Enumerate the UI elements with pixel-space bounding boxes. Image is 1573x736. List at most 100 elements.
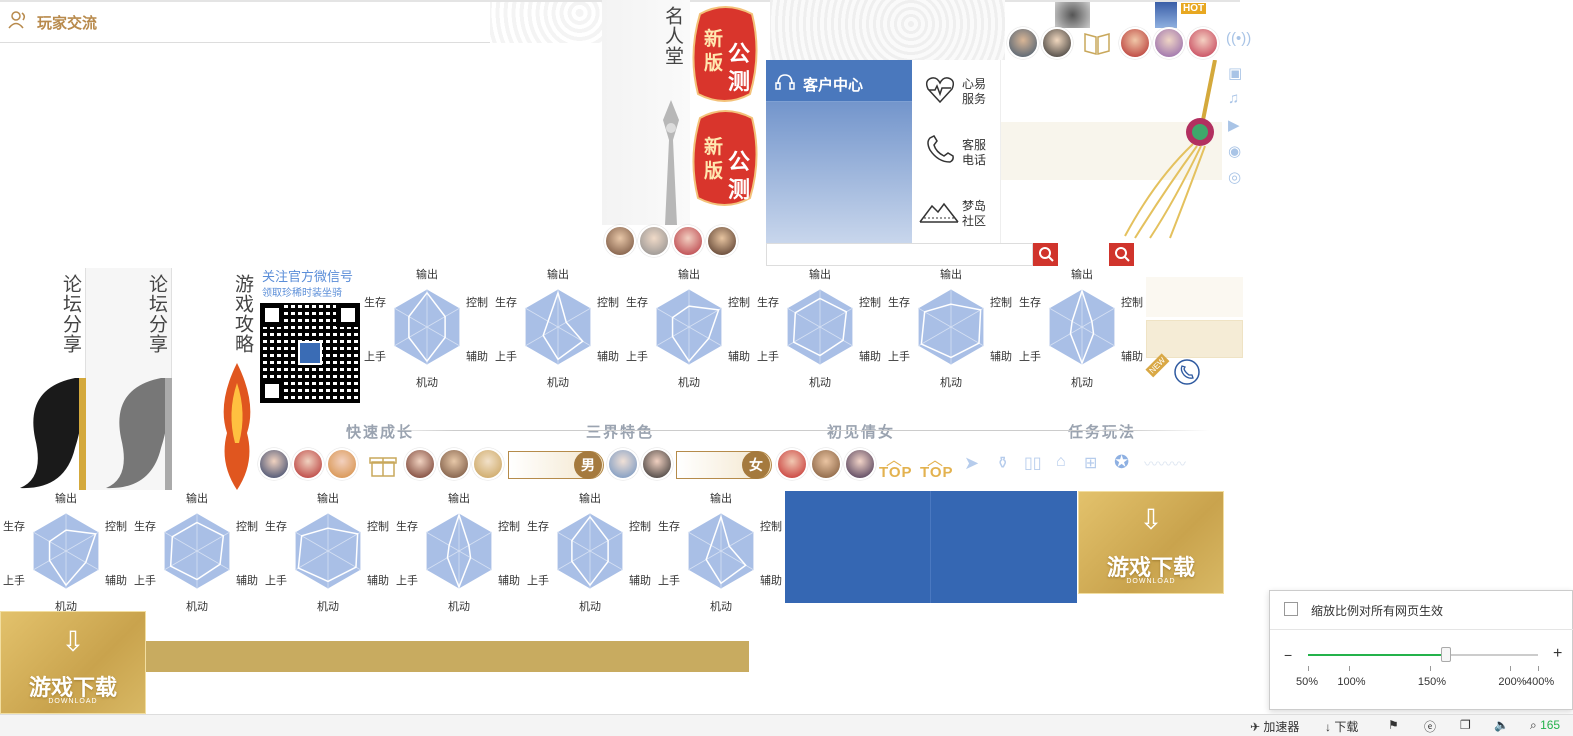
radar-label-mobility: 机动 xyxy=(809,377,831,389)
avatar[interactable] xyxy=(776,448,808,480)
avatar[interactable] xyxy=(1187,27,1219,59)
radar-stat-polygon xyxy=(169,521,225,581)
section-title-first-meet[interactable]: 初见倩女 xyxy=(827,421,895,442)
avatar[interactable] xyxy=(326,448,358,480)
hall-title: 名人堂 xyxy=(662,6,684,66)
search-button[interactable] xyxy=(1033,243,1058,266)
zoom-tick-label[interactable]: 50% xyxy=(1296,676,1318,688)
avatar[interactable] xyxy=(672,225,704,257)
avatar[interactable] xyxy=(844,448,876,480)
zoom-tick-label[interactable]: 150% xyxy=(1418,676,1446,688)
volume-icon[interactable]: 🔈 xyxy=(1494,718,1509,732)
download-button[interactable]: ↓ 下载 xyxy=(1325,718,1358,735)
avatar[interactable] xyxy=(292,448,324,480)
gender-male-badge[interactable]: 男 xyxy=(574,451,602,479)
radar-label-survival: 生存 xyxy=(658,521,680,533)
phone-icon[interactable] xyxy=(1173,358,1201,391)
flag-icon[interactable]: ⚑ xyxy=(1388,718,1399,732)
book-icon[interactable]: ▯▯ xyxy=(1024,453,1042,473)
zoom-slider-thumb[interactable] xyxy=(1441,647,1451,662)
radar-label-support: 辅助 xyxy=(859,351,881,363)
radar-stat-polygon xyxy=(705,514,747,585)
customer-center-title: 客户中心 xyxy=(803,77,864,94)
avatar[interactable] xyxy=(1041,27,1073,59)
radar-label-control: 控制 xyxy=(859,297,881,309)
headset-icon xyxy=(775,73,795,96)
eye-icon[interactable]: ◎ xyxy=(1228,168,1241,186)
radar-label-mobility: 机动 xyxy=(547,377,569,389)
radar-label-ease: 上手 xyxy=(626,351,648,363)
radar-label-output: 输出 xyxy=(678,269,700,281)
avatar[interactable] xyxy=(604,225,636,257)
zoom-button[interactable]: ⌕ 165 xyxy=(1530,718,1560,733)
game-guide-tab[interactable]: 游戏攻略 xyxy=(172,268,258,490)
send-icon[interactable]: ➤ xyxy=(964,453,979,474)
avatar[interactable] xyxy=(1153,27,1185,59)
weibo-icon[interactable]: ◉ xyxy=(1228,142,1241,160)
book-icon[interactable] xyxy=(1083,30,1111,61)
wechat-reward-label: 领取珍稀时装坐骑 xyxy=(262,288,342,299)
avatar[interactable] xyxy=(472,448,504,480)
avatar[interactable] xyxy=(1007,27,1039,59)
zoom-tick-label[interactable]: 400% xyxy=(1526,676,1554,688)
tab-label: 游戏攻略 xyxy=(232,274,254,354)
avatar[interactable] xyxy=(607,448,639,480)
radar-label-ease: 上手 xyxy=(1019,351,1041,363)
avatar[interactable] xyxy=(641,448,673,480)
radar-label-control: 控制 xyxy=(728,297,750,309)
avatar[interactable] xyxy=(1119,27,1151,59)
radar-stat-polygon xyxy=(297,527,359,583)
avatar[interactable] xyxy=(438,448,470,480)
radar-label-control: 控制 xyxy=(990,297,1012,309)
avatar[interactable] xyxy=(638,225,670,257)
search-button[interactable] xyxy=(1109,243,1134,266)
window-icon[interactable]: ❐ xyxy=(1460,718,1471,732)
radar-label-output: 输出 xyxy=(317,493,339,505)
cloud-decor-icon: 〰〰〰 xyxy=(1144,456,1186,472)
radar-label-ease: 上手 xyxy=(495,351,517,363)
gift-icon[interactable] xyxy=(369,452,397,483)
cs-item-label: 心易 服务 xyxy=(962,77,987,106)
search-input[interactable] xyxy=(766,243,1033,266)
image-icon[interactable]: ▣ xyxy=(1228,64,1242,82)
beige-panel xyxy=(1146,277,1243,317)
radar-label-mobility: 机动 xyxy=(678,377,700,389)
zoom-tick-label[interactable]: 200% xyxy=(1498,676,1526,688)
blue-banner[interactable] xyxy=(785,491,1077,603)
refresh-icon[interactable]: ✪ xyxy=(1114,452,1129,473)
new-version-badge-2[interactable]: 新 版 公 测 xyxy=(690,108,760,208)
music-icon[interactable]: ♫ xyxy=(1228,90,1239,107)
lock-icon[interactable]: ⌂ xyxy=(1056,453,1066,471)
radar-label-survival: 生存 xyxy=(495,297,517,309)
money-bag-icon[interactable]: ⚱ xyxy=(996,453,1009,473)
zoom-in-button[interactable]: + xyxy=(1553,645,1562,663)
magnifier-icon: ⌕ xyxy=(1530,718,1537,732)
game-download-button[interactable]: ⇩ 游戏下载 DOWNLOAD xyxy=(0,611,146,714)
radar-label-control: 控制 xyxy=(1121,297,1143,309)
broadcast-icon[interactable]: ((•)) xyxy=(1226,30,1251,47)
radar-label-support: 辅助 xyxy=(498,575,520,587)
zoom-out-button[interactable]: − xyxy=(1284,647,1292,663)
zoom-slider-fill xyxy=(1308,654,1446,656)
flame-sword-image xyxy=(223,363,251,490)
gender-female-badge[interactable]: 女 xyxy=(742,451,770,479)
apply-all-checkbox[interactable] xyxy=(1284,602,1298,616)
section-title-fast-growth[interactable]: 快速成长 xyxy=(346,421,414,442)
video-icon[interactable]: ▶ xyxy=(1228,116,1240,134)
forum-share-tab[interactable]: 论坛分享 xyxy=(86,268,173,490)
gift-icon[interactable]: ⊞ xyxy=(1084,453,1097,473)
section-title-three-realms[interactable]: 三界特色 xyxy=(586,421,654,442)
new-version-badge-1[interactable]: 新 版 公 测 xyxy=(690,4,760,104)
avatar[interactable] xyxy=(258,448,290,480)
avatar[interactable] xyxy=(810,448,842,480)
avatar[interactable] xyxy=(706,225,738,257)
section-title-quests[interactable]: 任务玩法 xyxy=(1068,421,1136,442)
accelerator-button[interactable]: ✈ 加速器 xyxy=(1250,718,1299,735)
ie-icon[interactable]: ⓔ xyxy=(1424,718,1436,735)
zoom-tick-label[interactable]: 100% xyxy=(1337,676,1365,688)
radar-stat-polygon xyxy=(792,297,848,357)
wechat-qr-code xyxy=(260,303,360,403)
avatar[interactable] xyxy=(404,448,436,480)
forum-share-tab[interactable]: 论坛分享 xyxy=(0,268,87,490)
game-download-button[interactable]: ⇩ 游戏下载 DOWNLOAD xyxy=(1078,491,1224,594)
